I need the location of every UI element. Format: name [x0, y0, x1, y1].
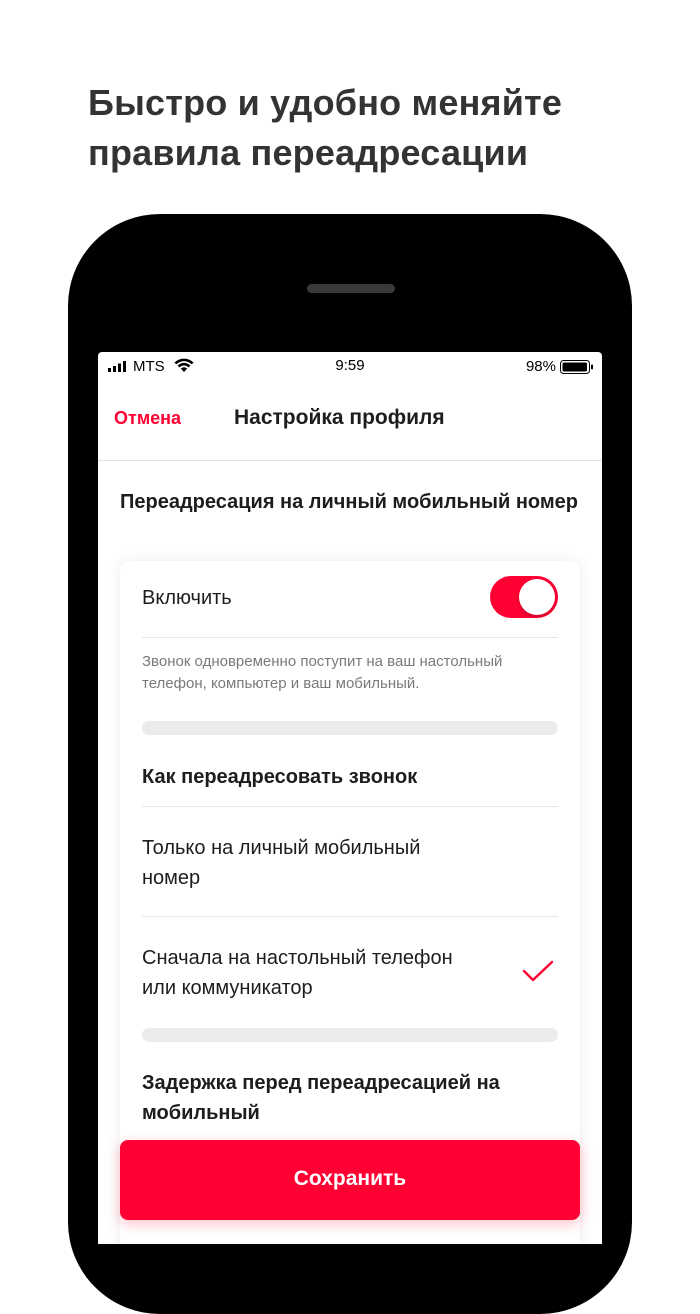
- divider: [142, 916, 558, 917]
- promo-headline-line2: правила переадресации: [88, 132, 529, 173]
- promo-headline: Быстро и удобно меняйте правила переадре…: [88, 78, 648, 178]
- phone-screen: MTS 9:59 98% Отмена Настройка профиля Пе…: [98, 352, 602, 1244]
- section-separator: [142, 721, 558, 735]
- option-desk-first[interactable]: Сначала на настольный телефон или коммун…: [142, 943, 558, 1023]
- how-to-forward-heading: Как переадресовать звонок: [142, 766, 418, 788]
- checkmark-icon: [522, 960, 554, 982]
- settings-content[interactable]: Переадресация на личный мобильный номер …: [98, 461, 602, 1244]
- toggle-knob: [519, 579, 555, 615]
- forwarding-heading: Переадресация на личный мобильный номер: [120, 491, 578, 513]
- promo-headline-line1: Быстро и удобно меняйте: [88, 82, 563, 123]
- forwarding-hint: Звонок одновременно поступит на ваш наст…: [142, 653, 503, 692]
- save-button-label: Сохранить: [293, 1167, 407, 1190]
- battery-icon: [560, 360, 593, 374]
- battery-percent: 98%: [525, 358, 556, 375]
- option-label: Сначала на настольный телефон или коммун…: [142, 947, 453, 999]
- option-label: Только на личный мобильный номер: [142, 837, 421, 889]
- enable-forwarding-row: Включить: [142, 561, 558, 638]
- page-title: Настройка профиля: [234, 406, 445, 429]
- cancel-button[interactable]: Отмена: [114, 408, 181, 429]
- phone-speaker: [307, 284, 395, 293]
- save-button[interactable]: Сохранить: [120, 1140, 580, 1220]
- status-bar: MTS 9:59 98%: [98, 352, 602, 380]
- divider: [142, 806, 558, 807]
- delay-heading: Задержка перед переадресацией на мобильн…: [142, 1072, 500, 1124]
- nav-bar: Отмена Настройка профиля: [98, 380, 602, 461]
- enable-forwarding-toggle[interactable]: [490, 576, 558, 618]
- option-mobile-only[interactable]: Только на личный мобильный номер: [142, 833, 558, 913]
- enable-label: Включить: [142, 587, 232, 609]
- section-separator: [142, 1028, 558, 1042]
